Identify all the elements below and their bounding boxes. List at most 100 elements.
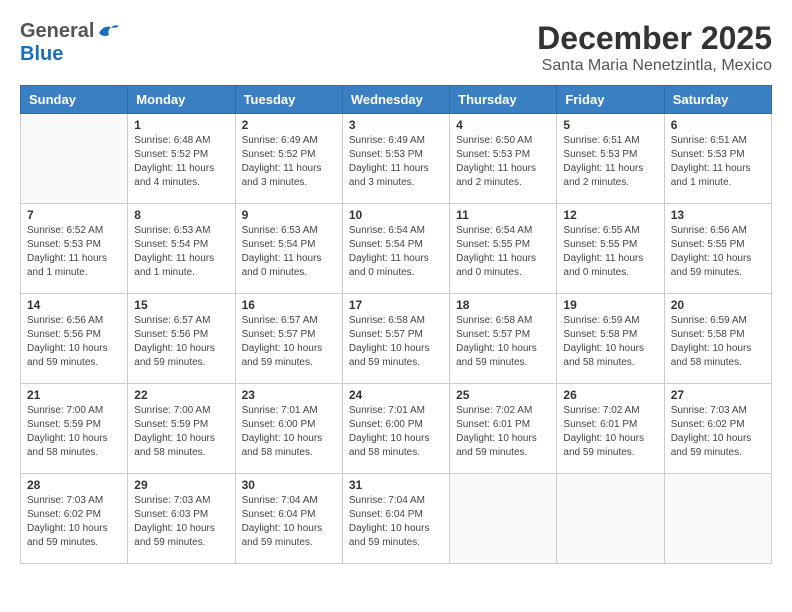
day-info: Sunrise: 7:01 AM Sunset: 6:00 PM Dayligh… xyxy=(242,404,336,460)
day-number: 14 xyxy=(27,298,121,312)
day-number: 25 xyxy=(456,388,550,402)
table-row: 8Sunrise: 6:53 AM Sunset: 5:54 PM Daylig… xyxy=(128,204,235,294)
day-info: Sunrise: 7:00 AM Sunset: 5:59 PM Dayligh… xyxy=(134,404,228,460)
table-row: 13 Sunrise: 6:56 AM Sunset: 5:55 PM Dayli… xyxy=(664,204,771,294)
table-row: 24 Sunrise: 7:01 AM Sunset: 6:00 PM Dayli… xyxy=(342,384,449,474)
day-number: 15 xyxy=(134,298,228,312)
calendar-header-row: Sunday Monday Tuesday Wednesday Thursday… xyxy=(21,86,772,114)
calendar-week-row: 1 Sunrise: 6:48 AM Sunset: 5:52 PM Daylig… xyxy=(21,114,772,204)
day-number: 23 xyxy=(242,388,336,402)
day-number: 17 xyxy=(349,298,443,312)
calendar-week-row: 21Sunrise: 7:00 AM Sunset: 5:59 PM Dayli… xyxy=(21,384,772,474)
day-info: Sunrise: 6:49 AM Sunset: 5:53 PM Dayligh… xyxy=(349,134,443,190)
day-info: Sunrise: 7:02 AM Sunset: 6:01 PM Dayligh… xyxy=(563,404,657,460)
day-info: Sunrise: 7:03 AM Sunset: 6:03 PM Dayligh… xyxy=(134,494,228,550)
day-info: Sunrise: 6:53 AM Sunset: 5:54 PM Dayligh… xyxy=(134,224,228,280)
logo-bird-icon xyxy=(97,23,119,41)
title-area: December 2025 Santa Maria Nenetzintla, M… xyxy=(537,20,772,75)
day-number: 6 xyxy=(671,118,765,132)
day-info: Sunrise: 6:52 AM Sunset: 5:53 PM Dayligh… xyxy=(27,224,121,280)
table-row xyxy=(557,474,664,564)
day-info: Sunrise: 6:49 AM Sunset: 5:52 PM Dayligh… xyxy=(242,134,336,190)
day-info: Sunrise: 6:58 AM Sunset: 5:57 PM Dayligh… xyxy=(456,314,550,370)
day-number: 10 xyxy=(349,208,443,222)
col-tuesday: Tuesday xyxy=(235,86,342,114)
day-number: 1 xyxy=(134,118,228,132)
month-title: December 2025 xyxy=(537,20,772,57)
day-info: Sunrise: 6:56 AM Sunset: 5:55 PM Dayligh… xyxy=(671,224,765,280)
calendar-table: Sunday Monday Tuesday Wednesday Thursday… xyxy=(20,85,772,564)
day-info: Sunrise: 6:58 AM Sunset: 5:57 PM Dayligh… xyxy=(349,314,443,370)
table-row: 23 Sunrise: 7:01 AM Sunset: 6:00 PM Dayli… xyxy=(235,384,342,474)
col-monday: Monday xyxy=(128,86,235,114)
table-row: 3 Sunrise: 6:49 AM Sunset: 5:53 PM Daylig… xyxy=(342,114,449,204)
col-thursday: Thursday xyxy=(450,86,557,114)
table-row: 30 Sunrise: 7:04 AM Sunset: 6:04 PM Dayli… xyxy=(235,474,342,564)
table-row: 4 Sunrise: 6:50 AM Sunset: 5:53 PM Daylig… xyxy=(450,114,557,204)
day-info: Sunrise: 7:04 AM Sunset: 6:04 PM Dayligh… xyxy=(242,494,336,550)
table-row: 2 Sunrise: 6:49 AM Sunset: 5:52 PM Daylig… xyxy=(235,114,342,204)
table-row: 7Sunrise: 6:52 AM Sunset: 5:53 PM Daylig… xyxy=(21,204,128,294)
day-info: Sunrise: 6:59 AM Sunset: 5:58 PM Dayligh… xyxy=(563,314,657,370)
logo: General Blue xyxy=(20,20,119,66)
table-row xyxy=(664,474,771,564)
day-number: 2 xyxy=(242,118,336,132)
table-row: 27 Sunrise: 7:03 AM Sunset: 6:02 PM Dayli… xyxy=(664,384,771,474)
table-row: 9Sunrise: 6:53 AM Sunset: 5:54 PM Daylig… xyxy=(235,204,342,294)
day-info: Sunrise: 6:56 AM Sunset: 5:56 PM Dayligh… xyxy=(27,314,121,370)
calendar-week-row: 28Sunrise: 7:03 AM Sunset: 6:02 PM Dayli… xyxy=(21,474,772,564)
table-row: 11Sunrise: 6:54 AM Sunset: 5:55 PM Dayli… xyxy=(450,204,557,294)
day-number: 13 xyxy=(671,208,765,222)
table-row xyxy=(450,474,557,564)
day-info: Sunrise: 6:55 AM Sunset: 5:55 PM Dayligh… xyxy=(563,224,657,280)
day-number: 20 xyxy=(671,298,765,312)
day-number: 19 xyxy=(563,298,657,312)
col-wednesday: Wednesday xyxy=(342,86,449,114)
table-row: 12Sunrise: 6:55 AM Sunset: 5:55 PM Dayli… xyxy=(557,204,664,294)
table-row: 28Sunrise: 7:03 AM Sunset: 6:02 PM Dayli… xyxy=(21,474,128,564)
day-info: Sunrise: 6:57 AM Sunset: 5:56 PM Dayligh… xyxy=(134,314,228,370)
day-info: Sunrise: 6:50 AM Sunset: 5:53 PM Dayligh… xyxy=(456,134,550,190)
table-row: 1 Sunrise: 6:48 AM Sunset: 5:52 PM Daylig… xyxy=(128,114,235,204)
day-number: 22 xyxy=(134,388,228,402)
day-number: 27 xyxy=(671,388,765,402)
table-row: 15 Sunrise: 6:57 AM Sunset: 5:56 PM Dayli… xyxy=(128,294,235,384)
table-row: 25Sunrise: 7:02 AM Sunset: 6:01 PM Dayli… xyxy=(450,384,557,474)
day-info: Sunrise: 6:51 AM Sunset: 5:53 PM Dayligh… xyxy=(563,134,657,190)
table-row: 5Sunrise: 6:51 AM Sunset: 5:53 PM Daylig… xyxy=(557,114,664,204)
day-number: 11 xyxy=(456,208,550,222)
day-number: 3 xyxy=(349,118,443,132)
table-row: 20Sunrise: 6:59 AM Sunset: 5:58 PM Dayli… xyxy=(664,294,771,384)
table-row: 17 Sunrise: 6:58 AM Sunset: 5:57 PM Dayli… xyxy=(342,294,449,384)
day-number: 24 xyxy=(349,388,443,402)
day-number: 31 xyxy=(349,478,443,492)
day-info: Sunrise: 7:03 AM Sunset: 6:02 PM Dayligh… xyxy=(671,404,765,460)
table-row: 31 Sunrise: 7:04 AM Sunset: 6:04 PM Dayli… xyxy=(342,474,449,564)
day-number: 18 xyxy=(456,298,550,312)
day-info: Sunrise: 7:01 AM Sunset: 6:00 PM Dayligh… xyxy=(349,404,443,460)
day-info: Sunrise: 6:48 AM Sunset: 5:52 PM Dayligh… xyxy=(134,134,228,190)
day-number: 4 xyxy=(456,118,550,132)
calendar-week-row: 14 Sunrise: 6:56 AM Sunset: 5:56 PM Dayli… xyxy=(21,294,772,384)
table-row: 21Sunrise: 7:00 AM Sunset: 5:59 PM Dayli… xyxy=(21,384,128,474)
day-info: Sunrise: 6:51 AM Sunset: 5:53 PM Dayligh… xyxy=(671,134,765,190)
logo-blue: Blue xyxy=(20,43,63,65)
logo-general: General xyxy=(20,20,94,43)
day-number: 26 xyxy=(563,388,657,402)
day-info: Sunrise: 6:57 AM Sunset: 5:57 PM Dayligh… xyxy=(242,314,336,370)
table-row: 29 Sunrise: 7:03 AM Sunset: 6:03 PM Dayli… xyxy=(128,474,235,564)
table-row: 22 Sunrise: 7:00 AM Sunset: 5:59 PM Dayli… xyxy=(128,384,235,474)
table-row: 10Sunrise: 6:54 AM Sunset: 5:54 PM Dayli… xyxy=(342,204,449,294)
day-info: Sunrise: 7:04 AM Sunset: 6:04 PM Dayligh… xyxy=(349,494,443,550)
location-subtitle: Santa Maria Nenetzintla, Mexico xyxy=(537,57,772,75)
table-row: 14 Sunrise: 6:56 AM Sunset: 5:56 PM Dayli… xyxy=(21,294,128,384)
page-header: General Blue December 2025 Santa Maria N… xyxy=(20,20,772,75)
table-row: 26 Sunrise: 7:02 AM Sunset: 6:01 PM Dayli… xyxy=(557,384,664,474)
day-number: 30 xyxy=(242,478,336,492)
day-number: 29 xyxy=(134,478,228,492)
table-row: 19 Sunrise: 6:59 AM Sunset: 5:58 PM Dayli… xyxy=(557,294,664,384)
day-number: 28 xyxy=(27,478,121,492)
day-number: 9 xyxy=(242,208,336,222)
table-row: 6 Sunrise: 6:51 AM Sunset: 5:53 PM Daylig… xyxy=(664,114,771,204)
calendar-week-row: 7Sunrise: 6:52 AM Sunset: 5:53 PM Daylig… xyxy=(21,204,772,294)
